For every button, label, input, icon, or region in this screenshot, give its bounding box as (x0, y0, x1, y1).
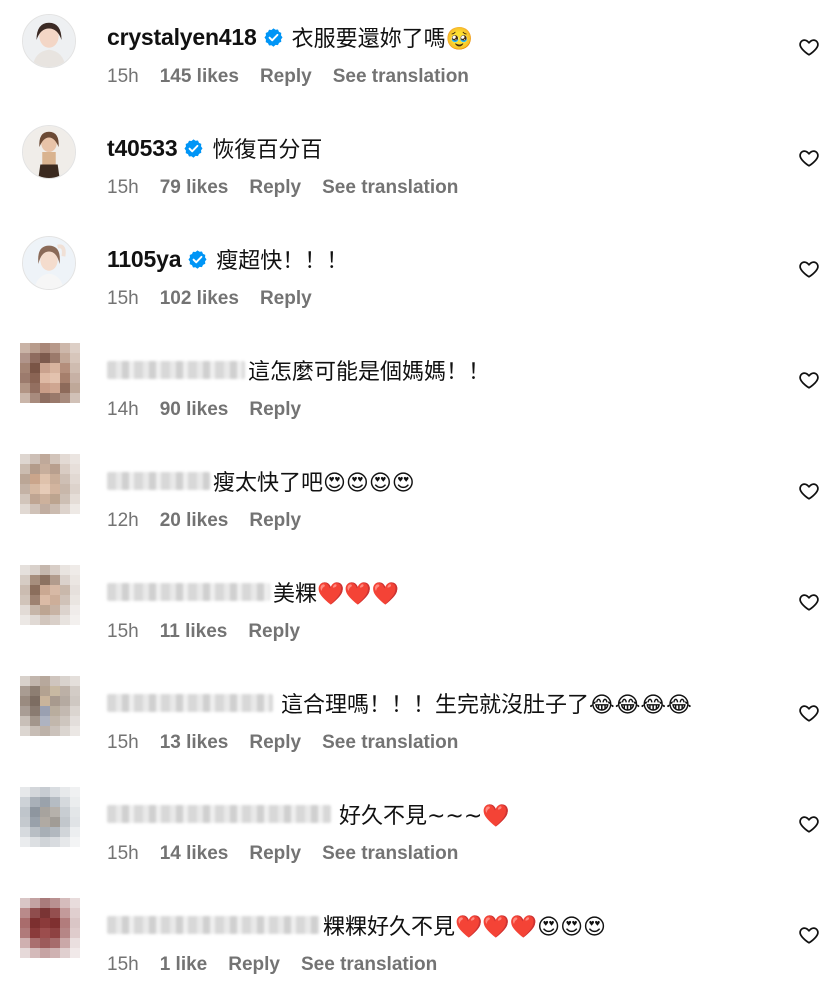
comment-text: 瘦超快！！！ (216, 249, 349, 274)
comment-likes[interactable]: 1 like (160, 954, 208, 976)
see-translation-button[interactable]: See translation (322, 732, 458, 754)
reply-button[interactable]: Reply (260, 66, 312, 88)
comment-likes[interactable]: 102 likes (160, 288, 239, 310)
heart-outline-icon[interactable] (798, 369, 820, 391)
see-translation-button[interactable]: See translation (301, 954, 437, 976)
comment-time: 12h (107, 510, 139, 531)
comment-item: 1105ya 瘦超快！！！ 15h 102 likes Reply (0, 222, 840, 333)
comment-username[interactable]: crystalyen418 (107, 24, 257, 51)
heart-outline-icon[interactable] (798, 36, 820, 58)
see-translation-button[interactable]: See translation (322, 177, 458, 199)
comment-time: 15h (107, 177, 139, 198)
heart-outline-icon[interactable] (798, 924, 820, 946)
heart-outline-icon[interactable] (798, 258, 820, 280)
avatar[interactable] (20, 565, 80, 625)
comment-text: 這怎麼可能是個媽媽！！ (248, 360, 491, 385)
avatar[interactable] (20, 787, 80, 847)
comment-likes[interactable]: 14 likes (160, 843, 229, 865)
comment-time: 15h (107, 732, 139, 753)
comment-username[interactable]: t40533 (107, 135, 178, 162)
comment-item: t40533 恢復百分百 15h 79 likes Reply See tran… (0, 111, 840, 222)
comment-likes[interactable]: 79 likes (160, 177, 229, 199)
comment-time: 15h (107, 66, 139, 87)
comment-time: 15h (107, 954, 139, 975)
comment-item: 好久不見~~~❤️ 15h 14 likes Reply See transla… (0, 777, 840, 888)
heart-outline-icon[interactable] (798, 813, 820, 835)
comment-likes[interactable]: 11 likes (160, 621, 228, 643)
comment-time: 15h (107, 621, 139, 642)
heart-outline-icon[interactable] (798, 147, 820, 169)
comment-text: 美粿❤️❤️❤️ (273, 582, 400, 607)
comment-text: 瘦太快了吧😍😍😍😍 (213, 471, 415, 496)
reply-button[interactable]: Reply (228, 954, 280, 976)
avatar[interactable] (20, 676, 80, 736)
comment-text: 這合理嗎！！！生完就沒肚子了😂😂😂😂 (281, 693, 692, 718)
comment-item: 美粿❤️❤️❤️ 15h 11 likes Reply (0, 555, 840, 666)
comment-username-blurred[interactable] (107, 583, 270, 601)
comment-time: 15h (107, 843, 139, 864)
avatar[interactable] (20, 343, 80, 403)
comment-username-blurred[interactable] (107, 361, 245, 379)
comment-text: 粿粿好久不見❤️❤️❤️😍😍😍 (323, 915, 606, 940)
reply-button[interactable]: Reply (249, 732, 301, 754)
avatar[interactable] (20, 898, 80, 958)
comment-item: 瘦太快了吧😍😍😍😍 12h 20 likes Reply (0, 444, 840, 555)
heart-outline-icon[interactable] (798, 702, 820, 724)
avatar[interactable] (22, 236, 76, 290)
comment-likes[interactable]: 13 likes (160, 732, 229, 754)
reply-button[interactable]: Reply (248, 621, 300, 643)
heart-outline-icon[interactable] (798, 480, 820, 502)
comment-likes[interactable]: 20 likes (160, 510, 229, 532)
reply-button[interactable]: Reply (249, 399, 301, 421)
avatar[interactable] (22, 125, 76, 179)
comment-text: 恢復百分百 (212, 138, 323, 163)
comment-time: 14h (107, 399, 139, 420)
comment-likes[interactable]: 145 likes (160, 66, 239, 88)
reply-button[interactable]: Reply (249, 510, 301, 532)
comment-likes[interactable]: 90 likes (160, 399, 229, 421)
comment-username-blurred[interactable] (107, 805, 331, 823)
comment-time: 15h (107, 288, 139, 309)
comment-username[interactable]: 1105ya (107, 246, 181, 273)
verified-badge-icon (183, 138, 204, 159)
see-translation-button[interactable]: See translation (333, 66, 469, 88)
comment-list: crystalyen418 衣服要還妳了嗎🥹 15h 145 likes Rep… (0, 0, 840, 988)
comment-item: 粿粿好久不見❤️❤️❤️😍😍😍 15h 1 like Reply See tra… (0, 888, 840, 999)
reply-button[interactable]: Reply (249, 843, 301, 865)
comment-item: 這怎麼可能是個媽媽！！ 14h 90 likes Reply (0, 333, 840, 444)
comment-item: 這合理嗎！！！生完就沒肚子了😂😂😂😂 15h 13 likes Reply Se… (0, 666, 840, 777)
comment-username-blurred[interactable] (107, 916, 320, 934)
comment-username-blurred[interactable] (107, 472, 210, 490)
heart-outline-icon[interactable] (798, 591, 820, 613)
reply-button[interactable]: Reply (249, 177, 301, 199)
verified-badge-icon (263, 27, 284, 48)
reply-button[interactable]: Reply (260, 288, 312, 310)
comment-text: 衣服要還妳了嗎🥹 (291, 27, 473, 52)
comment-item: crystalyen418 衣服要還妳了嗎🥹 15h 145 likes Rep… (0, 0, 840, 111)
comment-username-blurred[interactable] (107, 694, 273, 712)
avatar[interactable] (20, 454, 80, 514)
see-translation-button[interactable]: See translation (322, 843, 458, 865)
verified-badge-icon (187, 249, 208, 270)
comment-text: 好久不見~~~❤️ (339, 804, 510, 829)
avatar[interactable] (22, 14, 76, 68)
